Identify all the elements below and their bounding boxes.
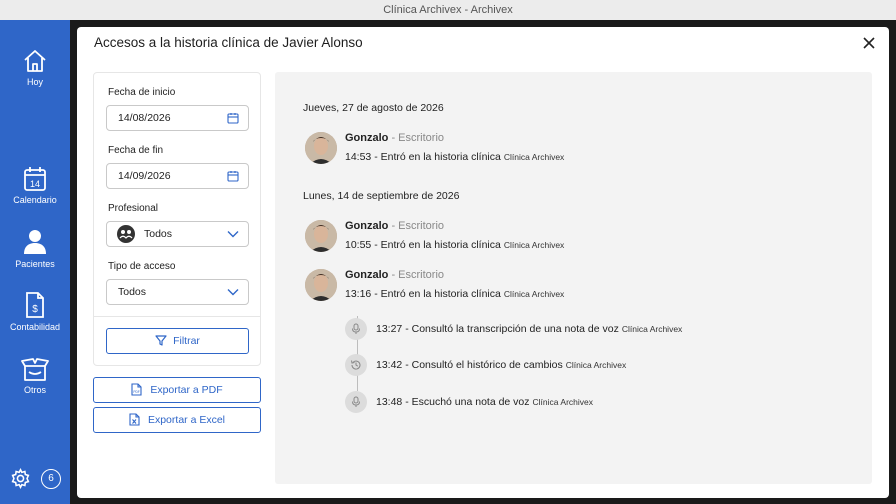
sub-entry-text: 13:27 - Consultó la transcripción de una… — [376, 323, 619, 335]
history-icon — [345, 354, 367, 376]
box-icon — [21, 358, 49, 381]
professional-value: Todos — [144, 228, 173, 240]
access-log-panel[interactable]: Jueves, 27 de agosto de 2026 Gonzalo - E… — [275, 72, 872, 484]
clinic-tag: Clínica Archivex — [503, 289, 565, 299]
access-type-value: Todos — [118, 286, 147, 298]
sidebar-item-hoy[interactable]: Hoy — [0, 48, 70, 87]
filter-button[interactable]: Filtrar — [106, 328, 249, 354]
user-device: - Escritorio — [388, 269, 445, 281]
chevron-down-icon — [227, 289, 239, 296]
sidebar-item-label: Hoy — [26, 77, 43, 87]
microphone-icon — [345, 391, 367, 413]
sidebar: Hoy 14 Calendario Pacientes $ Contabilid… — [0, 20, 70, 504]
excel-file-icon — [129, 413, 140, 426]
divider — [94, 316, 260, 317]
user-device: - Escritorio — [388, 220, 445, 232]
end-date-value: 14/09/2026 — [118, 170, 171, 182]
professional-select[interactable]: Todos — [106, 221, 249, 247]
svg-text:14: 14 — [30, 179, 40, 189]
user-name: Gonzalo — [345, 132, 389, 144]
filter-panel: Fecha de inicio 14/08/2026 Fecha de fin … — [93, 72, 261, 366]
access-type-select[interactable]: Todos — [106, 279, 249, 305]
home-icon — [24, 50, 46, 72]
user-name: Gonzalo — [345, 269, 389, 281]
sub-entry-text: 13:42 - Consultó el histórico de cambios — [376, 359, 563, 371]
pdf-file-icon: PDF — [131, 383, 142, 396]
log-sub-entry: 13:27 - Consultó la transcripción de una… — [345, 318, 825, 342]
user-name: Gonzalo — [345, 220, 389, 232]
start-date-field[interactable]: 14/08/2026 — [106, 105, 249, 131]
close-icon[interactable] — [861, 35, 877, 51]
log-sub-entry: 13:48 - Escuchó una nota de voz Clínica A… — [345, 391, 825, 415]
calendar-icon — [227, 171, 239, 182]
export-excel-button[interactable]: Exportar a Excel — [93, 407, 261, 433]
dialog-title: Accesos a la historia clínica de Javier … — [94, 35, 363, 50]
clinic-tag: Clínica Archivex — [532, 397, 593, 407]
invoice-icon: $ — [26, 292, 44, 318]
sidebar-item-label: Calendario — [13, 195, 57, 205]
sub-entry-text: 13:48 - Escuchó una nota de voz — [376, 396, 530, 408]
export-excel-label: Exportar a Excel — [147, 414, 226, 426]
sidebar-item-label: Otros — [23, 385, 46, 395]
filter-icon — [155, 335, 167, 346]
sidebar-item-pacientes[interactable]: Pacientes — [0, 228, 70, 269]
group-icon — [117, 225, 135, 243]
export-pdf-label: Exportar a PDF — [150, 384, 223, 396]
sidebar-item-contabilidad[interactable]: $ Contabilidad — [0, 291, 70, 332]
log-entry: Gonzalo - Escritorio 10:55 - Entró en la… — [305, 220, 845, 254]
end-date-label: Fecha de fin — [108, 145, 164, 156]
export-pdf-button[interactable]: PDF Exportar a PDF — [93, 377, 261, 403]
avatar — [305, 220, 337, 252]
person-icon — [24, 230, 46, 254]
sidebar-item-label: Contabilidad — [9, 322, 61, 332]
sidebar-footer: 6 — [0, 468, 70, 490]
start-date-label: Fecha de inicio — [108, 87, 176, 98]
day-header: Jueves, 27 de agosto de 2026 — [303, 102, 444, 114]
clinic-tag: Clínica Archivex — [565, 360, 627, 370]
chevron-down-icon — [227, 231, 239, 238]
sidebar-item-calendario[interactable]: 14 Calendario — [0, 166, 70, 205]
log-action: 10:55 - Entró en la historia clínica — [345, 239, 501, 251]
microphone-icon — [345, 318, 367, 340]
log-action: 13:16 - Entró en la historia clínica — [345, 288, 501, 300]
day-header: Lunes, 14 de septiembre de 2026 — [303, 190, 460, 202]
log-sub-entry: 13:42 - Consultó el histórico de cambios… — [345, 354, 825, 378]
start-date-value: 14/08/2026 — [118, 112, 171, 124]
professional-label: Profesional — [108, 203, 159, 214]
log-entry: Gonzalo - Escritorio 14:53 - Entró en la… — [305, 132, 845, 166]
user-device: - Escritorio — [388, 132, 445, 144]
calendar-icon: 14 — [24, 167, 46, 191]
gear-icon[interactable] — [10, 468, 31, 489]
sidebar-item-otros[interactable]: Otros — [0, 356, 70, 395]
window-title: Clínica Archivex - Archivex — [0, 0, 896, 20]
avatar — [305, 269, 337, 301]
clinic-tag: Clínica Archivex — [503, 240, 565, 250]
filter-button-label: Filtrar — [173, 335, 200, 347]
access-type-label: Tipo de acceso — [108, 261, 176, 272]
svg-text:$: $ — [32, 304, 38, 315]
access-log-dialog: Accesos a la historia clínica de Javier … — [77, 27, 889, 498]
log-action: 14:53 - Entró en la historia clínica — [345, 151, 501, 163]
log-entry: Gonzalo - Escritorio 13:16 - Entró en la… — [305, 269, 845, 303]
end-date-field[interactable]: 14/09/2026 — [106, 163, 249, 189]
svg-text:PDF: PDF — [134, 390, 140, 394]
sidebar-item-label: Pacientes — [15, 259, 55, 269]
calendar-icon — [227, 113, 239, 124]
notification-badge[interactable]: 6 — [41, 469, 61, 489]
avatar — [305, 132, 337, 164]
clinic-tag: Clínica Archivex — [621, 324, 683, 334]
clinic-tag: Clínica Archivex — [503, 152, 565, 162]
